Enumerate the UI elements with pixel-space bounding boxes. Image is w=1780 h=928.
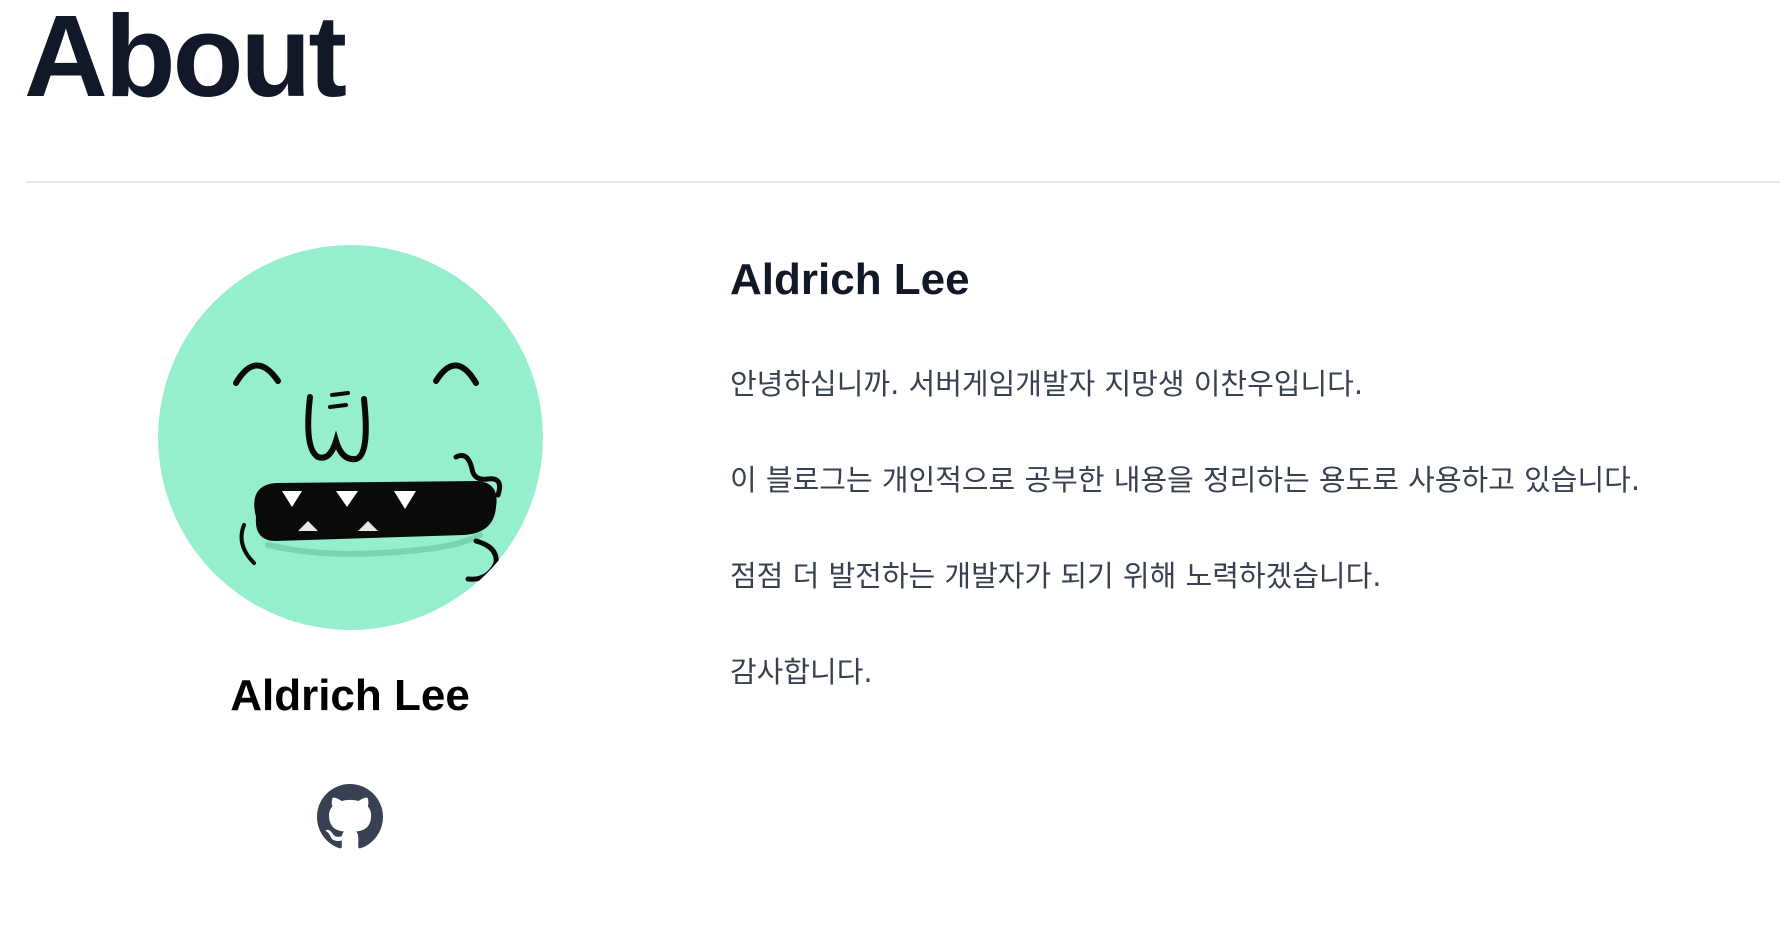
about-content: Aldrich Lee 안녕하십니까. 서버게임개발자 지망생 이찬우입니다. … — [730, 250, 1730, 689]
about-paragraph: 안녕하십니까. 서버게임개발자 지망생 이찬우입니다. — [730, 367, 1364, 401]
about-paragraph: 이 블로그는 개인적으로 공부한 내용을 정리하는 용도로 사용하고 있습니다. — [730, 463, 1641, 497]
page-title: About — [24, 0, 347, 121]
github-link[interactable] — [317, 784, 383, 850]
header-divider — [26, 181, 1780, 183]
about-paragraph: 감사합니다. — [730, 655, 873, 689]
profile-name: Aldrich Lee — [230, 671, 470, 720]
avatar — [157, 245, 543, 630]
profile-card: Aldrich Lee — [130, 245, 570, 850]
github-icon — [317, 784, 383, 849]
monster-face-avatar-icon — [157, 245, 543, 630]
about-heading: Aldrich Lee — [730, 255, 970, 304]
about-paragraph: 점점 더 발전하는 개발자가 되기 위해 노력하겠습니다. — [730, 559, 1382, 593]
